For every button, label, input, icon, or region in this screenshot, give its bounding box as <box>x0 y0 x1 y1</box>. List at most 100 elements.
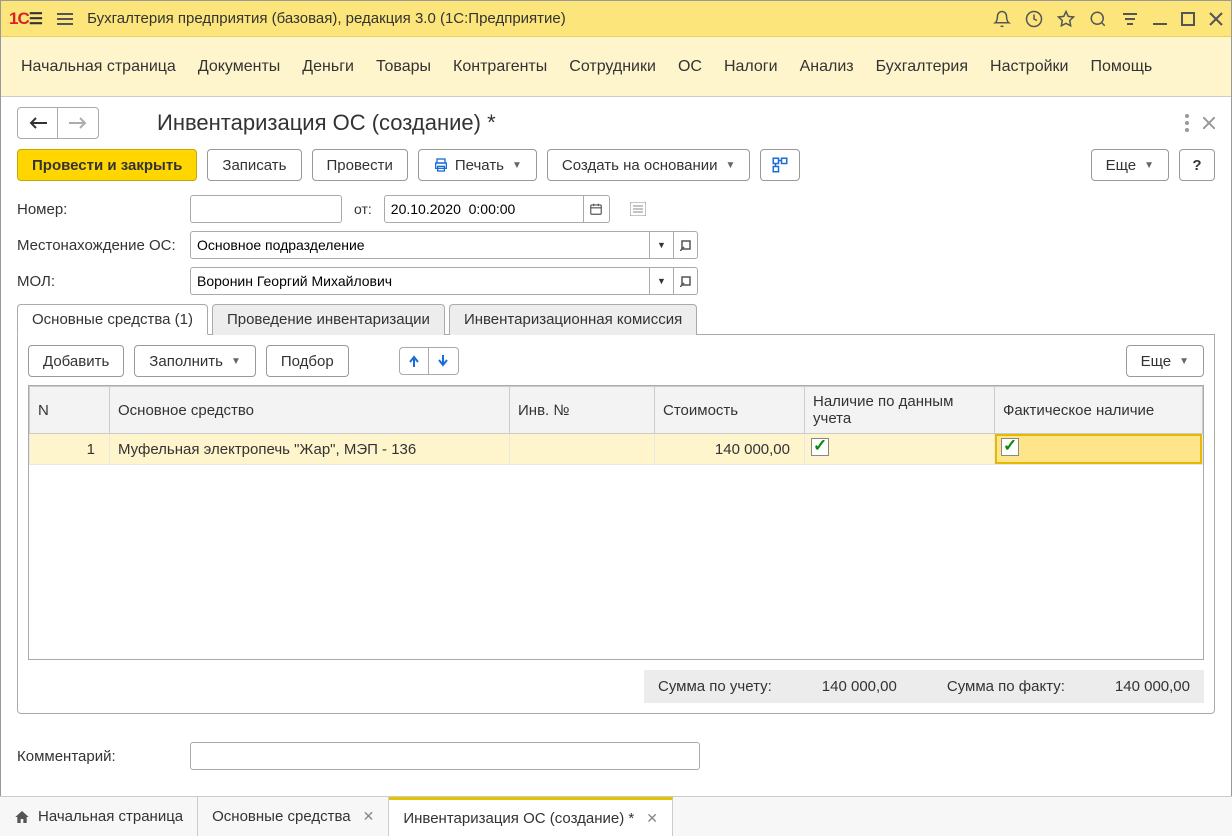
titlebar: 1С☰ Бухгалтерия предприятия (базовая), р… <box>1 1 1231 37</box>
toolbar: Провести и закрыть Записать Провести Печ… <box>17 149 1215 181</box>
chevron-down-icon: ▼ <box>1144 160 1154 171</box>
tab-toolbar: Добавить Заполнить ▼ Подбор Еще ▼ <box>28 345 1204 377</box>
cell-n[interactable]: 1 <box>30 434 110 465</box>
location-input[interactable] <box>190 231 650 259</box>
search-icon[interactable] <box>1089 10 1107 28</box>
number-row: Номер: от: <box>17 195 1215 223</box>
date-picker-button[interactable] <box>584 195 610 223</box>
cell-avail-fact[interactable] <box>995 434 1203 465</box>
open-ref-button[interactable] <box>674 231 698 259</box>
bottom-tab-inventory[interactable]: Инвентаризация ОС (создание) * ✕ <box>389 797 673 836</box>
close-page-icon[interactable] <box>1203 117 1215 129</box>
cell-cost[interactable]: 140 000,00 <box>655 434 805 465</box>
close-icon[interactable]: ✕ <box>363 808 375 825</box>
tab-process[interactable]: Проведение инвентаризации <box>212 304 445 335</box>
printer-icon <box>433 157 449 173</box>
menu-help[interactable]: Помощь <box>1090 58 1152 76</box>
home-icon <box>14 809 30 825</box>
bottom-tab-home[interactable]: Начальная страница <box>0 797 198 836</box>
menu-employees[interactable]: Сотрудники <box>569 58 656 76</box>
menu-home[interactable]: Начальная страница <box>21 58 176 76</box>
cell-avail-data[interactable] <box>805 434 995 465</box>
close-icon[interactable] <box>1209 12 1223 26</box>
col-avail-data[interactable]: Наличие по данным учета <box>805 387 995 434</box>
cell-inv[interactable] <box>510 434 655 465</box>
col-inv[interactable]: Инв. № <box>510 387 655 434</box>
print-button[interactable]: Печать ▼ <box>418 149 537 181</box>
history-icon[interactable] <box>1025 10 1043 28</box>
menu-taxes[interactable]: Налоги <box>724 58 778 76</box>
col-asset[interactable]: Основное средство <box>110 387 510 434</box>
star-icon[interactable] <box>1057 10 1075 28</box>
menu-accounting[interactable]: Бухгалтерия <box>876 58 968 76</box>
comment-label: Комментарий: <box>17 748 182 765</box>
date-input[interactable] <box>384 195 584 223</box>
dropdown-button[interactable]: ▼ <box>650 267 674 295</box>
close-icon[interactable]: ✕ <box>646 810 658 827</box>
total-data-value: 140 000,00 <box>822 678 897 695</box>
col-cost[interactable]: Стоимость <box>655 387 805 434</box>
minimize-icon[interactable] <box>1153 12 1167 26</box>
menu-os[interactable]: ОС <box>678 58 702 76</box>
move-up-button[interactable] <box>399 347 429 375</box>
bottom-tab-assets[interactable]: Основные средства ✕ <box>198 797 389 836</box>
from-label: от: <box>354 201 372 217</box>
cell-asset[interactable]: Муфельная электропечь "Жар", МЭП - 136 <box>110 434 510 465</box>
back-button[interactable] <box>18 108 58 138</box>
content: Инвентаризация ОС (создание) * Провести … <box>1 97 1231 791</box>
post-button[interactable]: Провести <box>312 149 408 181</box>
checkbox-icon[interactable] <box>1001 438 1019 456</box>
menu-goods[interactable]: Товары <box>376 58 431 76</box>
number-input[interactable] <box>190 195 342 223</box>
chevron-down-icon: ▼ <box>1179 356 1189 367</box>
open-ref-button[interactable] <box>674 267 698 295</box>
maximize-icon[interactable] <box>1181 12 1195 26</box>
forward-button[interactable] <box>58 108 98 138</box>
tab-assets[interactable]: Основные средства (1) <box>17 304 208 335</box>
more-vertical-icon[interactable] <box>1185 114 1189 132</box>
move-down-button[interactable] <box>429 347 459 375</box>
location-label: Местонахождение ОС: <box>17 237 182 254</box>
list-icon[interactable] <box>630 202 646 216</box>
post-and-close-button[interactable]: Провести и закрыть <box>17 149 197 181</box>
total-fact-label: Сумма по факту: <box>947 678 1065 695</box>
menu-contractors[interactable]: Контрагенты <box>453 58 547 76</box>
help-button[interactable]: ? <box>1179 149 1215 181</box>
location-row: Местонахождение ОС: ▼ <box>17 231 1215 259</box>
menubar: Начальная страница Документы Деньги Това… <box>1 37 1231 97</box>
menu-documents[interactable]: Документы <box>198 58 280 76</box>
bottom-tabs: Начальная страница Основные средства ✕ И… <box>0 796 1232 836</box>
number-label: Номер: <box>17 201 182 218</box>
tab-commission[interactable]: Инвентаризационная комиссия <box>449 304 697 335</box>
table: N Основное средство Инв. № Стоимость Нал… <box>28 385 1204 660</box>
tab-more-button[interactable]: Еще ▼ <box>1126 345 1204 377</box>
related-docs-button[interactable] <box>760 149 800 181</box>
mol-input[interactable] <box>190 267 650 295</box>
menu-analysis[interactable]: Анализ <box>800 58 854 76</box>
fill-button[interactable]: Заполнить ▼ <box>134 345 256 377</box>
bell-icon[interactable] <box>993 10 1011 28</box>
menu-settings[interactable]: Настройки <box>990 58 1068 76</box>
nav-buttons <box>17 107 99 139</box>
write-button[interactable]: Записать <box>207 149 301 181</box>
checkbox-icon[interactable] <box>811 438 829 456</box>
comment-input[interactable] <box>190 742 700 770</box>
table-row[interactable]: 1 Муфельная электропечь "Жар", МЭП - 136… <box>30 434 1203 465</box>
col-n[interactable]: N <box>30 387 110 434</box>
add-button[interactable]: Добавить <box>28 345 124 377</box>
chevron-down-icon: ▼ <box>512 160 522 171</box>
titlebar-icons <box>993 10 1223 28</box>
more-button[interactable]: Еще ▼ <box>1091 149 1169 181</box>
col-avail-fact[interactable]: Фактическое наличие <box>995 387 1203 434</box>
chevron-down-icon: ▼ <box>726 160 736 171</box>
settings-lines-icon[interactable] <box>1121 12 1139 26</box>
tab-content: Добавить Заполнить ▼ Подбор Еще ▼ <box>17 335 1215 714</box>
mol-row: МОЛ: ▼ <box>17 267 1215 295</box>
tabs: Основные средства (1) Проведение инвента… <box>17 303 1215 335</box>
menu-money[interactable]: Деньги <box>302 58 354 76</box>
create-based-button[interactable]: Создать на основании ▼ <box>547 149 751 181</box>
app-logo: 1С☰ <box>9 9 43 29</box>
select-button[interactable]: Подбор <box>266 345 349 377</box>
dropdown-button[interactable]: ▼ <box>650 231 674 259</box>
hamburger-icon[interactable] <box>53 8 77 30</box>
